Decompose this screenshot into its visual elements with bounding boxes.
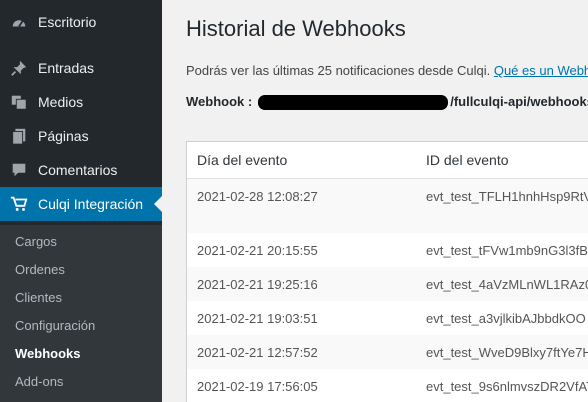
- event-id: evt_test_a3vjlkibAJbbdkOO: [426, 311, 586, 326]
- main-content: Historial de Webhooks Podrás ver las últ…: [162, 0, 588, 402]
- submenu-item-clientes[interactable]: Clientes: [15, 290, 62, 305]
- submenu-item-add-ons[interactable]: Add-ons: [15, 374, 63, 389]
- event-date: 2021-02-28 12:08:27: [197, 189, 318, 204]
- menu-label: Páginas: [38, 128, 89, 144]
- webhook-url: Webhook : /fullculqi-api/webhooks: [186, 94, 588, 111]
- pin-icon: [0, 51, 38, 85]
- table-row: 2021-02-28 12:08:27 evt_test_TFLH1hnhHsp…: [187, 179, 588, 233]
- event-date: 2021-02-21 20:15:55: [197, 243, 318, 258]
- table-header: Día del evento ID del evento: [187, 142, 588, 179]
- header-event-date: Día del evento: [197, 152, 288, 168]
- event-id: evt_test_WveD9Blxy7ftYe7H: [426, 345, 588, 360]
- event-date: 2021-02-21 19:03:51: [197, 311, 318, 326]
- culqi-submenu: Cargos Ordenes Clientes Configuración We…: [0, 225, 162, 402]
- submenu-item-configuracion[interactable]: Configuración: [15, 318, 95, 333]
- description-text: Podrás ver las últimas 25 notificaciones…: [186, 63, 491, 78]
- webhook-path: /fullculqi-api/webhooks: [450, 94, 588, 109]
- menu-label: Culqi Integración: [38, 196, 144, 212]
- submenu-item-ordenes[interactable]: Ordenes: [15, 262, 65, 277]
- menu-label: Medios: [38, 94, 84, 110]
- event-id: evt_test_9s6nlmvszDR2VfAT: [426, 379, 588, 394]
- menu-label: Entradas: [38, 60, 95, 76]
- admin-sidebar: Escritorio Entradas Medios Páginas Comen…: [0, 0, 162, 402]
- event-id: evt_test_4aVzMLnWL1RAz0c: [426, 277, 588, 292]
- table-row: 2021-02-21 19:25:16 evt_test_4aVzMLnWL1R…: [187, 267, 588, 301]
- menu-item-medios[interactable]: Medios: [0, 85, 162, 119]
- media-icon: [0, 85, 38, 119]
- event-date: 2021-02-21 12:57:52: [197, 345, 318, 360]
- cart-icon: [0, 187, 38, 221]
- menu-item-escritorio[interactable]: Escritorio: [0, 5, 162, 39]
- menu-label: Escritorio: [38, 14, 97, 30]
- webhook-label: Webhook :: [186, 94, 253, 109]
- page-title: Historial de Webhooks: [186, 16, 406, 41]
- what-is-webhook-link[interactable]: Qué es un Webho: [494, 63, 588, 78]
- menu-item-comentarios[interactable]: Comentarios: [0, 153, 162, 187]
- menu-item-paginas[interactable]: Páginas: [0, 119, 162, 153]
- event-date: 2021-02-21 19:25:16: [197, 277, 318, 292]
- menu-item-culqi-integracion[interactable]: Culqi Integración: [0, 187, 162, 221]
- page-description: Podrás ver las últimas 25 notificaciones…: [186, 63, 588, 78]
- event-date: 2021-02-19 17:56:05: [197, 379, 318, 394]
- comments-icon: [0, 153, 38, 187]
- dashboard-icon: [0, 5, 38, 39]
- header-event-id: ID del evento: [426, 152, 509, 168]
- table-row: 2021-02-21 19:03:51 evt_test_a3vjlkibAJb…: [187, 301, 588, 335]
- pages-icon: [0, 119, 38, 153]
- submenu-item-webhooks[interactable]: Webhooks: [15, 346, 81, 361]
- redacted-block: [258, 95, 449, 111]
- table-row: 2021-02-19 17:56:05 evt_test_9s6nlmvszDR…: [187, 369, 588, 402]
- event-id: evt_test_TFLH1hnhHsp9RtVx: [426, 189, 588, 204]
- event-id: evt_test_tFVw1mb9nG3l3fBC: [426, 243, 588, 258]
- table-row: 2021-02-21 12:57:52 evt_test_WveD9Blxy7f…: [187, 335, 588, 369]
- webhook-history-table: Día del evento ID del evento 2021-02-28 …: [186, 141, 588, 402]
- submenu-item-cargos[interactable]: Cargos: [15, 234, 57, 249]
- menu-label: Comentarios: [38, 162, 118, 178]
- menu-item-entradas[interactable]: Entradas: [0, 51, 162, 85]
- table-row: 2021-02-21 20:15:55 evt_test_tFVw1mb9nG3…: [187, 233, 588, 267]
